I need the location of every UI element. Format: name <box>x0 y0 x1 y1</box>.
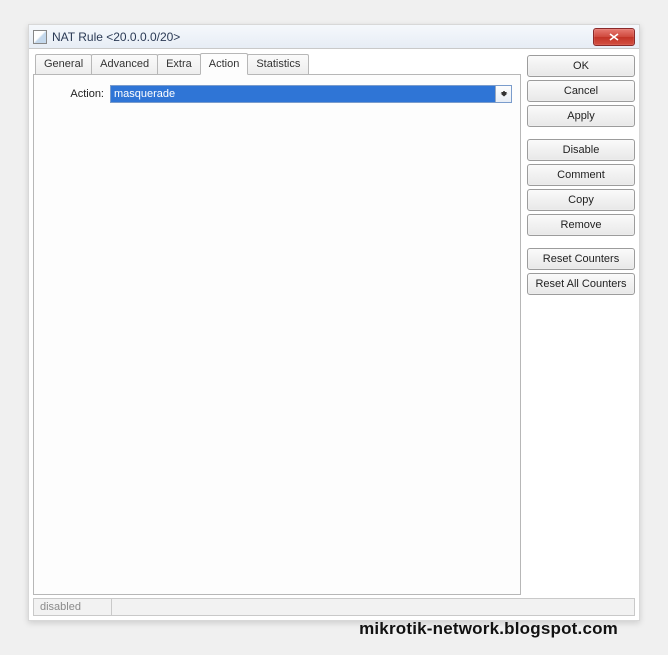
tab-statistics[interactable]: Statistics <box>247 54 309 76</box>
titlebar: NAT Rule <20.0.0.0/20> <box>29 25 639 49</box>
remove-button[interactable]: Remove <box>527 214 635 236</box>
tab-strip: General Advanced Extra Action Statistics <box>33 53 521 75</box>
ok-button[interactable]: OK <box>527 55 635 77</box>
cancel-button[interactable]: Cancel <box>527 80 635 102</box>
action-combobox[interactable]: masquerade <box>110 85 512 103</box>
copy-button[interactable]: Copy <box>527 189 635 211</box>
window-title: NAT Rule <20.0.0.0/20> <box>52 30 593 44</box>
action-dropdown-button[interactable] <box>495 86 511 102</box>
close-button[interactable] <box>593 28 635 46</box>
close-icon <box>609 33 619 41</box>
client-area: General Advanced Extra Action Statistics… <box>33 53 635 616</box>
chevron-down-icon <box>500 91 508 97</box>
action-value: masquerade <box>111 86 495 102</box>
tab-body: Action: masquerade <box>33 74 521 595</box>
button-column: OK Cancel Apply Disable Comment Copy Rem… <box>521 53 635 595</box>
watermark-text: mikrotik-network.blogspot.com <box>359 619 618 639</box>
app-icon <box>33 30 47 44</box>
tab-action[interactable]: Action <box>200 53 249 75</box>
dialog-window: NAT Rule <20.0.0.0/20> General Advanced … <box>28 24 640 621</box>
reset-counters-button[interactable]: Reset Counters <box>527 248 635 270</box>
action-field-row: Action: masquerade <box>42 85 512 103</box>
disable-button[interactable]: Disable <box>527 139 635 161</box>
comment-button[interactable]: Comment <box>527 164 635 186</box>
tab-panel: General Advanced Extra Action Statistics… <box>33 53 521 595</box>
tab-extra[interactable]: Extra <box>157 54 201 76</box>
tab-general[interactable]: General <box>35 54 92 76</box>
statusbar: disabled <box>33 598 635 616</box>
reset-all-counters-button[interactable]: Reset All Counters <box>527 273 635 295</box>
action-label: Action: <box>42 88 106 100</box>
apply-button[interactable]: Apply <box>527 105 635 127</box>
status-text: disabled <box>34 599 112 615</box>
tab-advanced[interactable]: Advanced <box>91 54 158 76</box>
